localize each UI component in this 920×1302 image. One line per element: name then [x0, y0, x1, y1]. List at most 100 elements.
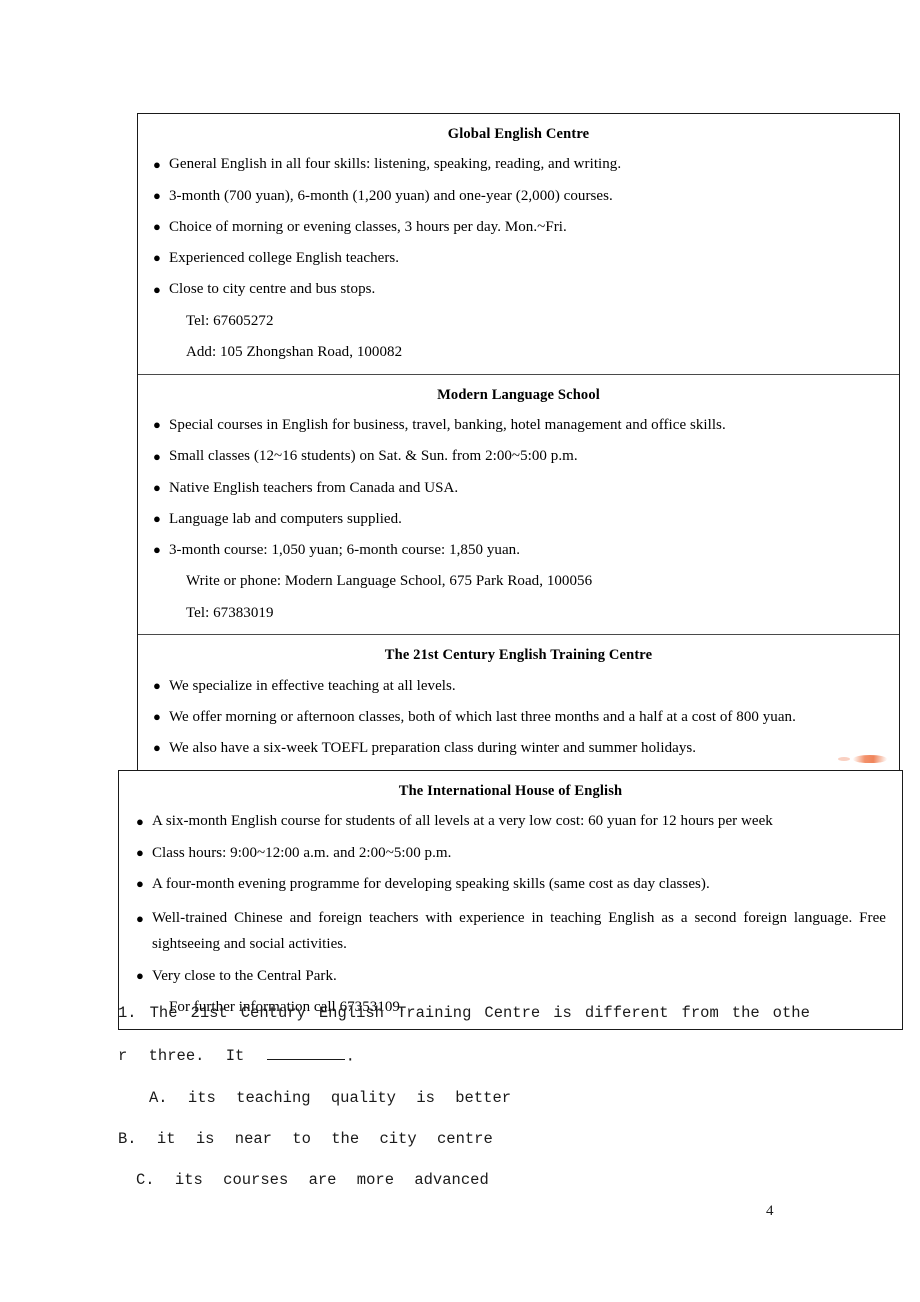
scan-artifact-smudge-secondary — [838, 757, 850, 761]
stem-word: Centre — [484, 1004, 541, 1022]
question-stem-line-1: 1. The 21st Century English Training Cen… — [118, 1004, 908, 1022]
ad-line-text: 3-month (700 yuan), 6-month (1,200 yuan)… — [169, 187, 613, 204]
stem-word: 21st — [190, 1004, 228, 1022]
option-a[interactable]: A. its teaching quality is better — [118, 1089, 908, 1107]
ad-cell-global-english-centre: Global English Centre ● General English i… — [138, 114, 899, 375]
stem-word: different — [584, 1004, 669, 1022]
stem-word: from — [681, 1004, 719, 1022]
option-letter: C. — [136, 1171, 155, 1190]
ad-line-text: Experienced college English teachers. — [169, 250, 400, 267]
option-letter: B. — [118, 1130, 137, 1149]
bullet-icon: ● — [136, 911, 144, 927]
stem-word: Century — [240, 1004, 306, 1022]
option-word: quality — [330, 1089, 396, 1108]
question-stem-line-2: r three. It . — [118, 1045, 908, 1065]
advertisement-table: Global English Centre ● General English i… — [137, 113, 900, 865]
stem-period: . — [345, 1046, 355, 1065]
ad-bullet-line: ● We also have a six-week TOEFL preparati… — [152, 739, 885, 758]
stem-word: It — [225, 1046, 245, 1065]
ad-line-text: Choice of morning or evening classes, 3 … — [169, 218, 567, 235]
bullet-icon: ● — [136, 967, 144, 983]
stem-word: the — [731, 1004, 760, 1022]
ad-bullet-line: ● A six-month English course for students… — [135, 812, 886, 831]
bullet-icon: ● — [153, 740, 161, 756]
ad-bullet-line: ● General English in all four skills: lis… — [152, 155, 885, 174]
option-word: better — [455, 1089, 512, 1108]
bullet-icon: ● — [136, 844, 144, 860]
ad-title: Global English Centre — [447, 126, 590, 142]
bullet-icon: ● — [153, 542, 161, 558]
option-word: the — [331, 1130, 360, 1149]
answer-blank[interactable] — [266, 1045, 345, 1060]
stem-word: is — [553, 1004, 572, 1022]
option-word: its — [174, 1171, 203, 1190]
option-word: is — [416, 1089, 435, 1108]
ad-title: Modern Language School — [437, 386, 600, 403]
ad-bullet-line: ● Small classes (12~16 students) on Sat. … — [152, 447, 885, 466]
ad-line-text: Well-trained Chinese and foreign teacher… — [152, 910, 886, 952]
ad-bullet-line: ● Native English teachers from Canada and… — [152, 479, 885, 498]
bullet-icon: ● — [153, 250, 161, 266]
stem-word: English — [318, 1004, 384, 1022]
option-word: near — [234, 1130, 272, 1149]
option-word: to — [292, 1130, 311, 1149]
ad-bullet-line: ● Well-trained Chinese and foreign teache… — [135, 906, 886, 958]
ad-line-text: Tel: 67383019 — [186, 604, 274, 621]
bullet-icon: ● — [153, 417, 161, 433]
option-word: more — [356, 1171, 395, 1190]
ad-line-text: Close to city centre and bus stops. — [169, 281, 376, 298]
page-number: 4 — [766, 1203, 774, 1219]
ad-line-text: Write or phone: Modern Language School, … — [186, 573, 593, 590]
ad-line-text: Special courses in English for business,… — [169, 417, 726, 434]
stem-word: Training — [396, 1004, 472, 1022]
bullet-icon: ● — [153, 281, 161, 297]
stem-word: othe — [772, 1004, 810, 1022]
stem-word: The — [149, 1004, 178, 1022]
ad-contact-line: Tel: 67383019 — [152, 604, 885, 623]
ad-box-international-house-of-english: The International House of English ● A si… — [118, 770, 903, 1030]
bullet-icon: ● — [153, 511, 161, 527]
ad-line-text: Tel: 67605272 — [186, 312, 274, 329]
ad-line-text: 3-month course: 1,050 yuan; 6-month cour… — [169, 542, 521, 559]
ad-bullet-line: ● Language lab and computers supplied. — [152, 510, 885, 529]
option-word: it — [156, 1130, 176, 1149]
option-c[interactable]: C. its courses are more advanced — [118, 1171, 908, 1189]
option-word: advanced — [414, 1171, 489, 1190]
bullet-icon: ● — [153, 187, 161, 203]
bullet-icon: ● — [153, 709, 161, 725]
ad-line-text: We offer morning or afternoon classes, b… — [169, 708, 796, 725]
ad-line-text: Language lab and computers supplied. — [169, 510, 402, 527]
bullet-icon: ● — [153, 448, 161, 464]
ad-line-text: General English in all four skills: list… — [169, 156, 622, 173]
bullet-icon: ● — [136, 813, 144, 829]
ad-line-text: Class hours: 9:00~12:00 a.m. and 2:00~5:… — [152, 844, 452, 861]
ad-bullet-line: ● Special courses in English for business… — [152, 416, 885, 435]
option-word: its — [187, 1089, 216, 1108]
ad-bullet-line: ● Close to city centre and bus stops. — [152, 280, 885, 299]
option-word: teaching — [236, 1089, 311, 1108]
ad-line-text: A six-month English course for students … — [152, 813, 773, 830]
bullet-icon: ● — [153, 479, 161, 495]
ad-cell-modern-language-school: Modern Language School ● Special courses … — [138, 375, 899, 636]
option-letter: A. — [149, 1089, 168, 1108]
question-block: 1. The 21st Century English Training Cen… — [118, 1004, 908, 1212]
option-word: are — [308, 1171, 337, 1190]
option-word: centre — [436, 1130, 493, 1149]
stem-word: 1. — [118, 1004, 137, 1022]
ad-line-text: Add: 105 Zhongshan Road, 100082 — [186, 343, 403, 360]
ad-line-text: Native English teachers from Canada and … — [169, 479, 459, 496]
ad-line-text: A four-month evening programme for devel… — [152, 875, 710, 892]
option-word: is — [195, 1130, 215, 1149]
option-b[interactable]: B. it is near to the city centre — [118, 1130, 908, 1148]
bullet-icon: ● — [136, 876, 144, 892]
question-stem-justified: 1. The 21st Century English Training Cen… — [118, 1004, 810, 1022]
bullet-icon: ● — [153, 219, 161, 235]
option-word: courses — [223, 1171, 289, 1190]
ad-bullet-line: ● Class hours: 9:00~12:00 a.m. and 2:00~5… — [135, 844, 886, 863]
ad-contact-line: Add: 105 Zhongshan Road, 100082 — [152, 343, 885, 362]
option-word: city — [379, 1130, 417, 1149]
ad-line-text: We specialize in effective teaching at a… — [169, 677, 456, 694]
ad-title: The 21st Century English Training Centre — [384, 647, 653, 664]
ad-bullet-line: ● 3-month course: 1,050 yuan; 6-month cou… — [152, 541, 885, 560]
ad-line-text: We also have a six-week TOEFL preparatio… — [169, 740, 697, 757]
